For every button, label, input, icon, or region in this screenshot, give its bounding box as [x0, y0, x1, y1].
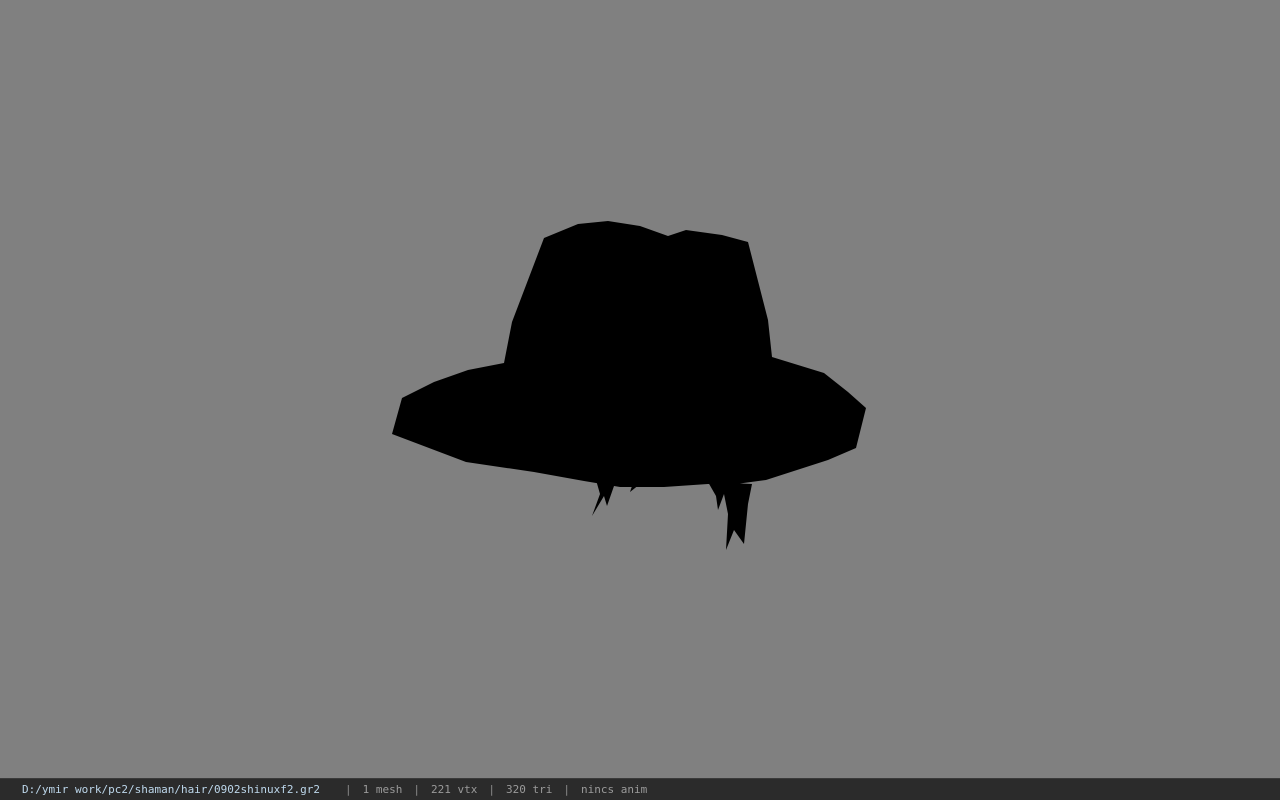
- 3d-viewport[interactable]: [0, 0, 1280, 778]
- vertex-count: 221 vtx: [431, 783, 478, 796]
- triangle-count: 320 tri: [506, 783, 553, 796]
- hat-silhouette: [392, 221, 866, 487]
- model-render[interactable]: [0, 0, 1280, 778]
- separator: |: [413, 783, 421, 796]
- separator: |: [345, 783, 352, 796]
- status-bar: D:/ymir work/pc2/shaman/hair/0902shinuxf…: [0, 778, 1280, 800]
- hair-strand-right: [708, 482, 752, 550]
- separator: |: [563, 783, 570, 796]
- animation-status: nincs anim: [580, 783, 648, 796]
- mesh-count: 1 mesh: [362, 783, 403, 796]
- separator: |: [488, 783, 495, 796]
- file-path: D:/ymir work/pc2/shaman/hair/0902shinuxf…: [22, 783, 321, 796]
